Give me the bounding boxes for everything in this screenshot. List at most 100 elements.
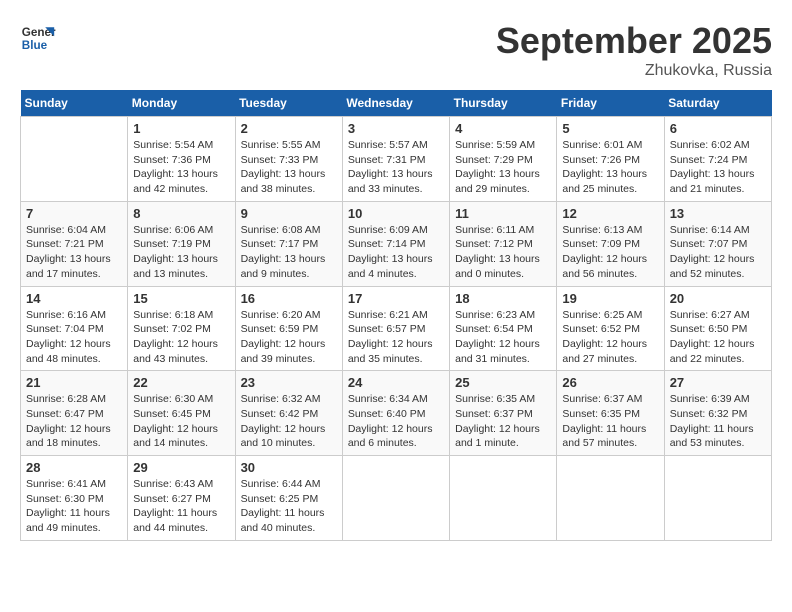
day-number: 18 xyxy=(455,291,551,306)
day-number: 25 xyxy=(455,375,551,390)
calendar-body: 1 Sunrise: 5:54 AM Sunset: 7:36 PM Daylig… xyxy=(21,117,772,541)
calendar-cell: 3 Sunrise: 5:57 AM Sunset: 7:31 PM Daylig… xyxy=(342,117,449,202)
day-number: 23 xyxy=(241,375,337,390)
calendar-cell: 8Sunrise: 6:06 AM Sunset: 7:19 PM Daylig… xyxy=(128,201,235,286)
day-number: 6 xyxy=(670,121,766,136)
day-info: Sunrise: 6:21 AM Sunset: 6:57 PM Dayligh… xyxy=(348,308,444,367)
day-info: Sunrise: 6:25 AM Sunset: 6:52 PM Dayligh… xyxy=(562,308,658,367)
day-info: Sunrise: 6:08 AM Sunset: 7:17 PM Dayligh… xyxy=(241,223,337,282)
day-info: Sunrise: 6:39 AM Sunset: 6:32 PM Dayligh… xyxy=(670,392,766,451)
day-number: 27 xyxy=(670,375,766,390)
calendar-week-5: 28 Sunrise: 6:41 AM Sunset: 6:30 PM Dayli… xyxy=(21,456,772,541)
calendar-cell: 15Sunrise: 6:18 AM Sunset: 7:02 PM Dayli… xyxy=(128,286,235,371)
day-number: 9 xyxy=(241,206,337,221)
calendar-cell: 16 Sunrise: 6:20 AM Sunset: 6:59 PM Dayli… xyxy=(235,286,342,371)
day-number: 2 xyxy=(241,121,337,136)
logo-icon: General Blue xyxy=(20,20,56,56)
day-info: Sunrise: 6:32 AM Sunset: 6:42 PM Dayligh… xyxy=(241,392,337,451)
calendar-cell: 5 Sunrise: 6:01 AM Sunset: 7:26 PM Daylig… xyxy=(557,117,664,202)
calendar-week-3: 14 Sunrise: 6:16 AM Sunset: 7:04 PM Dayli… xyxy=(21,286,772,371)
calendar-cell: 14 Sunrise: 6:16 AM Sunset: 7:04 PM Dayli… xyxy=(21,286,128,371)
calendar-cell: 1 Sunrise: 5:54 AM Sunset: 7:36 PM Daylig… xyxy=(128,117,235,202)
day-info: Sunrise: 5:57 AM Sunset: 7:31 PM Dayligh… xyxy=(348,138,444,197)
day-info: Sunrise: 6:01 AM Sunset: 7:26 PM Dayligh… xyxy=(562,138,658,197)
day-number: 8 xyxy=(133,206,229,221)
calendar-cell: 30Sunrise: 6:44 AM Sunset: 6:25 PM Dayli… xyxy=(235,456,342,541)
day-info: Sunrise: 6:43 AM Sunset: 6:27 PM Dayligh… xyxy=(133,477,229,536)
day-number: 12 xyxy=(562,206,658,221)
calendar-week-4: 21 Sunrise: 6:28 AM Sunset: 6:47 PM Dayli… xyxy=(21,371,772,456)
day-number: 3 xyxy=(348,121,444,136)
day-number: 24 xyxy=(348,375,444,390)
day-number: 11 xyxy=(455,206,551,221)
day-number: 1 xyxy=(133,121,229,136)
day-number: 5 xyxy=(562,121,658,136)
calendar-cell: 18 Sunrise: 6:23 AM Sunset: 6:54 PM Dayli… xyxy=(450,286,557,371)
calendar-cell: 20Sunrise: 6:27 AM Sunset: 6:50 PM Dayli… xyxy=(664,286,771,371)
day-info: Sunrise: 6:44 AM Sunset: 6:25 PM Dayligh… xyxy=(241,477,337,536)
day-number: 22 xyxy=(133,375,229,390)
day-info: Sunrise: 5:54 AM Sunset: 7:36 PM Dayligh… xyxy=(133,138,229,197)
month-title: September 2025 xyxy=(496,20,772,62)
calendar-week-2: 7 Sunrise: 6:04 AM Sunset: 7:21 PM Daylig… xyxy=(21,201,772,286)
day-number: 14 xyxy=(26,291,122,306)
calendar-cell: 21 Sunrise: 6:28 AM Sunset: 6:47 PM Dayli… xyxy=(21,371,128,456)
calendar-cell: 13Sunrise: 6:14 AM Sunset: 7:07 PM Dayli… xyxy=(664,201,771,286)
day-info: Sunrise: 6:35 AM Sunset: 6:37 PM Dayligh… xyxy=(455,392,551,451)
calendar-cell: 24 Sunrise: 6:34 AM Sunset: 6:40 PM Dayli… xyxy=(342,371,449,456)
calendar-week-1: 1 Sunrise: 5:54 AM Sunset: 7:36 PM Daylig… xyxy=(21,117,772,202)
calendar-cell: 6 Sunrise: 6:02 AM Sunset: 7:24 PM Daylig… xyxy=(664,117,771,202)
calendar-cell: 27 Sunrise: 6:39 AM Sunset: 6:32 PM Dayli… xyxy=(664,371,771,456)
day-info: Sunrise: 6:11 AM Sunset: 7:12 PM Dayligh… xyxy=(455,223,551,282)
title-block: September 2025 Zhukovka, Russia xyxy=(496,20,772,80)
day-info: Sunrise: 6:13 AM Sunset: 7:09 PM Dayligh… xyxy=(562,223,658,282)
day-info: Sunrise: 6:34 AM Sunset: 6:40 PM Dayligh… xyxy=(348,392,444,451)
day-number: 28 xyxy=(26,460,122,475)
day-info: Sunrise: 6:37 AM Sunset: 6:35 PM Dayligh… xyxy=(562,392,658,451)
calendar-cell xyxy=(342,456,449,541)
calendar-cell: 4Sunrise: 5:59 AM Sunset: 7:29 PM Daylig… xyxy=(450,117,557,202)
location-subtitle: Zhukovka, Russia xyxy=(496,62,772,80)
calendar-cell: 17Sunrise: 6:21 AM Sunset: 6:57 PM Dayli… xyxy=(342,286,449,371)
weekday-wednesday: Wednesday xyxy=(342,90,449,117)
calendar-table: SundayMondayTuesdayWednesdayThursdayFrid… xyxy=(20,90,772,541)
calendar-cell xyxy=(450,456,557,541)
day-info: Sunrise: 6:30 AM Sunset: 6:45 PM Dayligh… xyxy=(133,392,229,451)
day-number: 19 xyxy=(562,291,658,306)
day-info: Sunrise: 6:16 AM Sunset: 7:04 PM Dayligh… xyxy=(26,308,122,367)
day-number: 13 xyxy=(670,206,766,221)
day-number: 21 xyxy=(26,375,122,390)
day-number: 15 xyxy=(133,291,229,306)
calendar-cell: 28 Sunrise: 6:41 AM Sunset: 6:30 PM Dayli… xyxy=(21,456,128,541)
day-info: Sunrise: 6:27 AM Sunset: 6:50 PM Dayligh… xyxy=(670,308,766,367)
day-info: Sunrise: 6:02 AM Sunset: 7:24 PM Dayligh… xyxy=(670,138,766,197)
day-info: Sunrise: 6:09 AM Sunset: 7:14 PM Dayligh… xyxy=(348,223,444,282)
day-info: Sunrise: 6:04 AM Sunset: 7:21 PM Dayligh… xyxy=(26,223,122,282)
day-number: 16 xyxy=(241,291,337,306)
calendar-cell xyxy=(664,456,771,541)
day-info: Sunrise: 6:41 AM Sunset: 6:30 PM Dayligh… xyxy=(26,477,122,536)
svg-text:Blue: Blue xyxy=(22,39,48,52)
day-info: Sunrise: 5:55 AM Sunset: 7:33 PM Dayligh… xyxy=(241,138,337,197)
weekday-thursday: Thursday xyxy=(450,90,557,117)
calendar-cell: 22 Sunrise: 6:30 AM Sunset: 6:45 PM Dayli… xyxy=(128,371,235,456)
weekday-friday: Friday xyxy=(557,90,664,117)
day-info: Sunrise: 6:20 AM Sunset: 6:59 PM Dayligh… xyxy=(241,308,337,367)
weekday-saturday: Saturday xyxy=(664,90,771,117)
weekday-tuesday: Tuesday xyxy=(235,90,342,117)
calendar-cell: 25 Sunrise: 6:35 AM Sunset: 6:37 PM Dayli… xyxy=(450,371,557,456)
calendar-cell: 19 Sunrise: 6:25 AM Sunset: 6:52 PM Dayli… xyxy=(557,286,664,371)
day-number: 26 xyxy=(562,375,658,390)
weekday-header-row: SundayMondayTuesdayWednesdayThursdayFrid… xyxy=(21,90,772,117)
calendar-cell xyxy=(557,456,664,541)
calendar-cell: 29Sunrise: 6:43 AM Sunset: 6:27 PM Dayli… xyxy=(128,456,235,541)
day-info: Sunrise: 6:23 AM Sunset: 6:54 PM Dayligh… xyxy=(455,308,551,367)
day-info: Sunrise: 6:28 AM Sunset: 6:47 PM Dayligh… xyxy=(26,392,122,451)
day-number: 4 xyxy=(455,121,551,136)
calendar-cell: 26 Sunrise: 6:37 AM Sunset: 6:35 PM Dayli… xyxy=(557,371,664,456)
calendar-cell: 12 Sunrise: 6:13 AM Sunset: 7:09 PM Dayli… xyxy=(557,201,664,286)
calendar-cell xyxy=(21,117,128,202)
logo: General Blue xyxy=(20,20,56,56)
day-number: 7 xyxy=(26,206,122,221)
calendar-cell: 2 Sunrise: 5:55 AM Sunset: 7:33 PM Daylig… xyxy=(235,117,342,202)
